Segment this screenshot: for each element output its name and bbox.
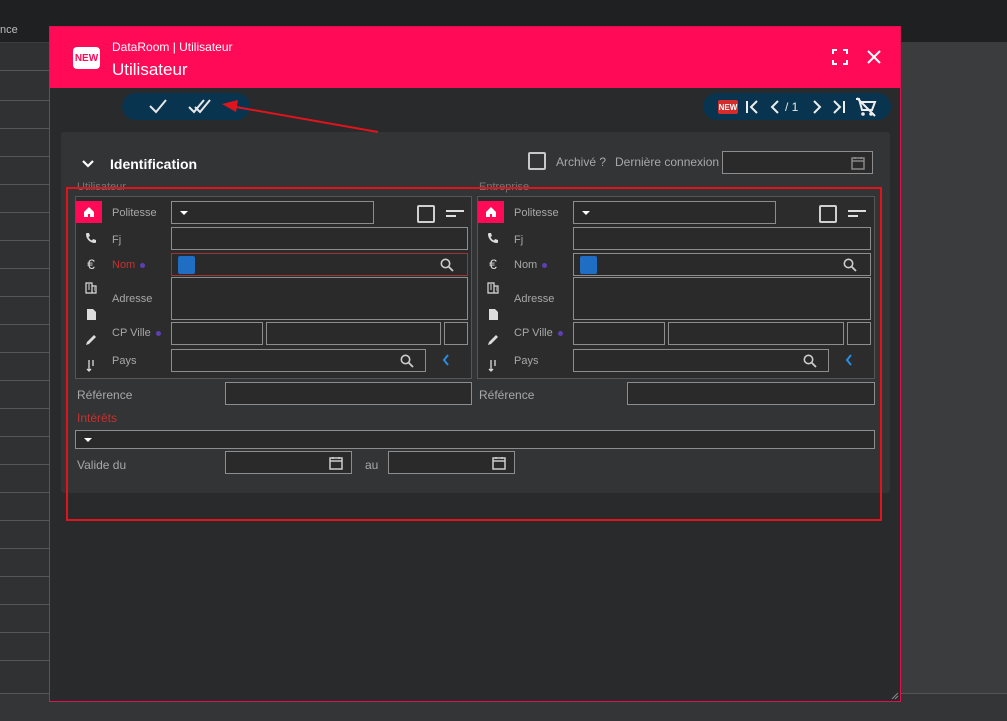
- background-row-divider: [0, 632, 50, 633]
- dialog-header: NEW DataRoom | Utilisateur Utilisateur: [50, 27, 900, 88]
- dialog-breadcrumb: DataRoom | Utilisateur: [112, 40, 233, 54]
- first-record-icon[interactable]: [744, 98, 760, 116]
- user-dialog: NEW DataRoom | Utilisateur Utilisateur N…: [49, 26, 901, 702]
- background-row-divider: [0, 212, 50, 213]
- background-row-divider: [0, 604, 50, 605]
- calendar-icon[interactable]: [851, 156, 865, 170]
- new-logo-icon: NEW: [73, 47, 100, 69]
- close-icon[interactable]: [864, 47, 884, 67]
- dialog-title: Utilisateur: [112, 60, 188, 79]
- background-row-divider: [0, 548, 50, 549]
- background-row-divider: [0, 492, 50, 493]
- new-record-button[interactable]: NEW: [718, 100, 738, 114]
- section-title: Identification: [110, 156, 198, 172]
- background-row-divider: [0, 436, 50, 437]
- next-record-icon[interactable]: [811, 98, 823, 116]
- collapse-chevron-icon[interactable]: [81, 158, 95, 172]
- fullscreen-icon[interactable]: [830, 47, 850, 67]
- record-pager: / 1: [785, 100, 799, 114]
- background-row-divider: [0, 520, 50, 521]
- resize-handle-icon[interactable]: [889, 690, 899, 700]
- annotation-highlight-box: [66, 187, 882, 521]
- last-login-field[interactable]: [722, 151, 873, 174]
- navigation-toolbar: NEW / 1: [703, 93, 891, 120]
- background-row-divider: [0, 100, 50, 101]
- background-row-divider: [0, 240, 50, 241]
- background-row-divider: [0, 156, 50, 157]
- background-row-divider: [0, 128, 50, 129]
- background-row-divider: [0, 296, 50, 297]
- archived-checkbox[interactable]: [528, 152, 546, 170]
- background-right-pane: [901, 43, 1007, 693]
- last-record-icon[interactable]: [831, 98, 847, 116]
- background-row-divider: [0, 660, 50, 661]
- last-login-label: Dernière connexion: [615, 155, 720, 169]
- background-row-divider: [0, 324, 50, 325]
- validate-close-button[interactable]: [188, 97, 211, 117]
- background-row-divider: [0, 380, 50, 381]
- previous-record-icon[interactable]: [769, 98, 781, 116]
- background-row-divider: [0, 70, 50, 71]
- archived-label: Archivé ?: [556, 155, 607, 169]
- action-toolbar: [122, 93, 250, 120]
- background-row-divider: [0, 184, 50, 185]
- background-column-label: nce: [0, 24, 18, 36]
- background-row-divider: [0, 352, 50, 353]
- background-row-divider: [0, 268, 50, 269]
- background-row-divider: [0, 464, 50, 465]
- background-row-divider: [0, 576, 50, 577]
- background-row-divider: [0, 408, 50, 409]
- validate-button[interactable]: [148, 97, 170, 117]
- remove-cart-icon[interactable]: [855, 97, 877, 117]
